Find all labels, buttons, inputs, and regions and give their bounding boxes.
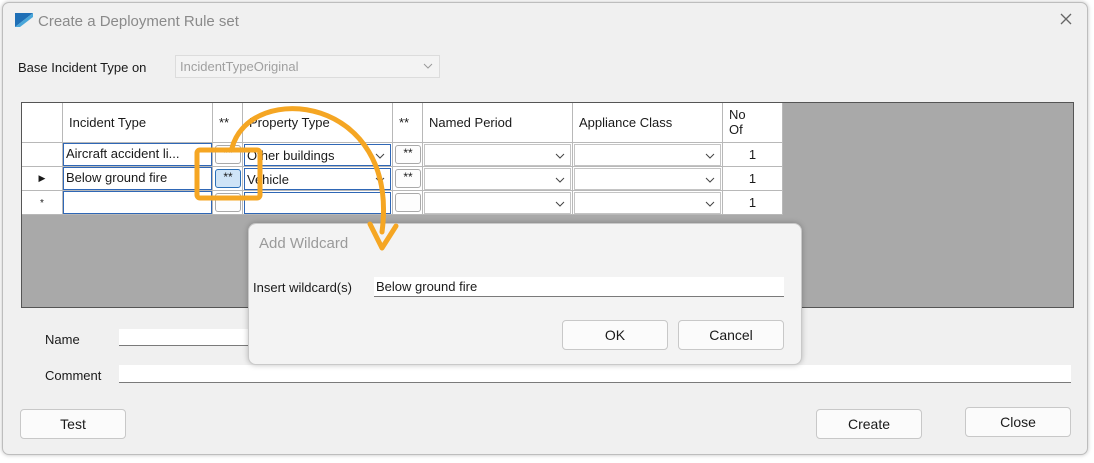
dialog-title: Add Wildcard bbox=[259, 235, 349, 252]
window-title: Create a Deployment Rule set bbox=[38, 13, 239, 30]
comment-label: Comment bbox=[45, 368, 102, 383]
cancel-button[interactable]: Cancel bbox=[678, 320, 784, 350]
row-indicator[interactable] bbox=[22, 143, 63, 167]
named-period-select[interactable] bbox=[424, 144, 571, 166]
appliance-class-cell bbox=[573, 191, 723, 215]
wildcard-button[interactable]: ** bbox=[395, 169, 421, 188]
appliance-class-select[interactable] bbox=[574, 168, 721, 190]
col-wildcard-2[interactable]: ** bbox=[393, 103, 423, 143]
named-period-select[interactable] bbox=[424, 168, 571, 190]
comment-input[interactable] bbox=[119, 365, 1071, 383]
test-button[interactable]: Test bbox=[20, 409, 126, 439]
no-of-cell[interactable]: 1 bbox=[723, 191, 783, 215]
row-header-corner bbox=[22, 103, 63, 143]
name-input[interactable] bbox=[119, 329, 259, 346]
col-property-type[interactable]: Property Type bbox=[243, 103, 393, 143]
wildcard-button-selected[interactable]: ** bbox=[215, 169, 241, 188]
wildcard-button[interactable] bbox=[395, 193, 421, 212]
name-label: Name bbox=[45, 332, 80, 347]
no-of-cell[interactable]: 1 bbox=[723, 167, 783, 191]
named-period-cell bbox=[423, 143, 573, 167]
close-button[interactable]: Close bbox=[965, 407, 1071, 437]
table-row bbox=[63, 191, 213, 215]
appliance-class-cell bbox=[573, 143, 723, 167]
create-button[interactable]: Create bbox=[816, 409, 922, 439]
property-type-cell bbox=[243, 191, 393, 215]
wildcard-button[interactable]: ** bbox=[215, 145, 241, 164]
col-no-of-line1: No bbox=[729, 107, 746, 122]
add-wildcard-dialog: Add Wildcard Insert wildcard(s) Below gr… bbox=[248, 223, 802, 365]
property-type-cell: Other buildings bbox=[243, 143, 393, 167]
chevron-down-icon bbox=[555, 201, 565, 207]
named-period-cell bbox=[423, 191, 573, 215]
col-wildcard-1[interactable]: ** bbox=[213, 103, 243, 143]
wildcard-cell: ** bbox=[213, 167, 243, 191]
chevron-down-icon bbox=[555, 153, 565, 159]
close-icon[interactable] bbox=[1057, 10, 1075, 28]
incident-type-input[interactable] bbox=[63, 191, 212, 214]
appliance-class-select[interactable] bbox=[574, 192, 721, 214]
base-incident-label: Base Incident Type on bbox=[18, 60, 147, 75]
col-incident-type[interactable]: Incident Type bbox=[63, 103, 213, 143]
chevron-down-icon bbox=[375, 153, 385, 159]
wildcard-field-label: Insert wildcard(s) bbox=[253, 280, 352, 295]
chevron-down-icon bbox=[423, 63, 433, 69]
named-period-cell bbox=[423, 167, 573, 191]
ok-button[interactable]: OK bbox=[562, 320, 668, 350]
wildcard-cell: ** bbox=[393, 167, 423, 191]
chevron-down-icon bbox=[705, 201, 715, 207]
wildcard-cell: ** bbox=[213, 143, 243, 167]
base-incident-value: IncidentTypeOriginal bbox=[180, 59, 299, 74]
col-named-period[interactable]: Named Period bbox=[423, 103, 573, 143]
col-appliance-class[interactable]: Appliance Class bbox=[573, 103, 723, 143]
incident-type-input[interactable]: Below ground fire bbox=[63, 167, 212, 190]
table-row: Below ground fire bbox=[63, 167, 213, 191]
wildcard-button[interactable]: ** bbox=[395, 145, 421, 164]
chevron-down-icon bbox=[705, 177, 715, 183]
wildcard-cell: ** bbox=[393, 143, 423, 167]
col-no-of-line2: Of bbox=[729, 122, 743, 137]
appliance-class-cell bbox=[573, 167, 723, 191]
wildcard-cell bbox=[393, 191, 423, 215]
row-indicator[interactable]: ▶ bbox=[22, 167, 63, 191]
property-type-value: Other buildings bbox=[247, 148, 335, 163]
property-type-select[interactable] bbox=[244, 192, 391, 214]
no-of-cell[interactable]: 1 bbox=[723, 143, 783, 167]
chevron-down-icon bbox=[375, 177, 385, 183]
property-type-cell: Vehicle bbox=[243, 167, 393, 191]
property-type-select[interactable]: Vehicle bbox=[244, 168, 391, 190]
base-incident-select[interactable]: IncidentTypeOriginal bbox=[175, 55, 440, 78]
table-row: Aircraft accident li... bbox=[63, 143, 213, 167]
chevron-down-icon bbox=[705, 153, 715, 159]
title-bar: Create a Deployment Rule set bbox=[3, 3, 1087, 39]
app-logo-icon bbox=[15, 13, 33, 27]
property-type-select[interactable]: Other buildings bbox=[244, 144, 391, 166]
wildcard-input[interactable]: Below ground fire bbox=[374, 277, 784, 297]
row-indicator-new[interactable]: * bbox=[22, 191, 63, 215]
wildcard-cell bbox=[213, 191, 243, 215]
appliance-class-select[interactable] bbox=[574, 144, 721, 166]
wildcard-button[interactable] bbox=[215, 193, 241, 212]
incident-type-input[interactable]: Aircraft accident li... bbox=[63, 143, 212, 166]
named-period-select[interactable] bbox=[424, 192, 571, 214]
property-type-value: Vehicle bbox=[247, 172, 289, 187]
chevron-down-icon bbox=[555, 177, 565, 183]
col-no-of[interactable]: No Of bbox=[723, 103, 783, 143]
